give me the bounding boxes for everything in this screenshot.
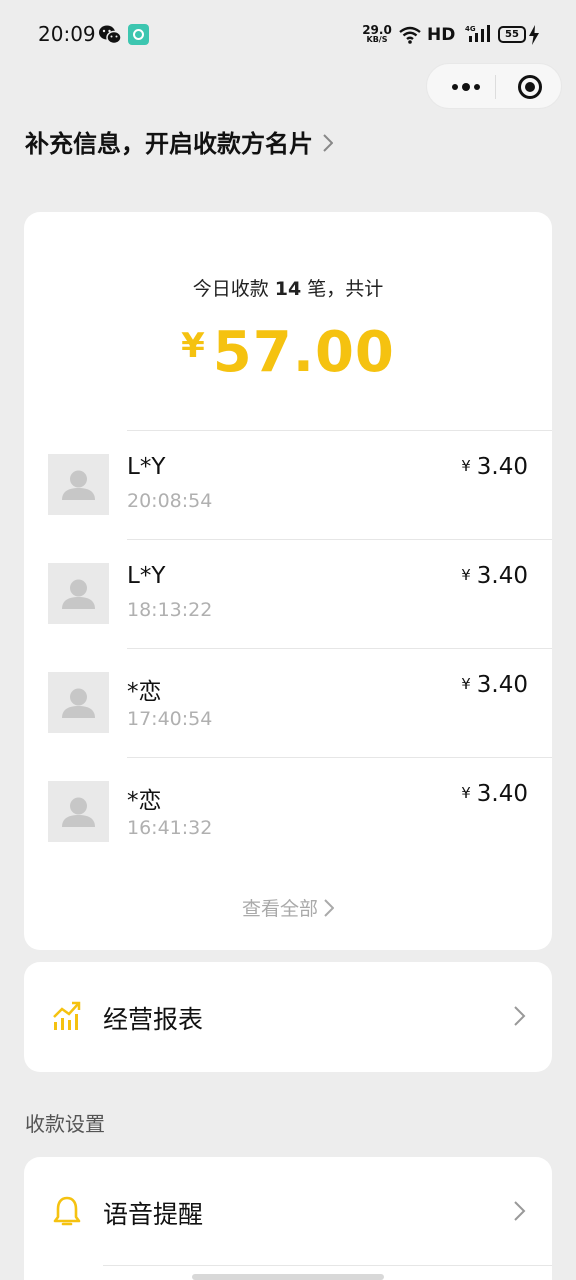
payer-name: *恋	[127, 679, 162, 705]
status-bar: 20:09 29.0 KB/S HD 4G 55	[0, 0, 576, 70]
hd-indicator: HD	[427, 25, 456, 45]
amount-value: 3.40	[476, 672, 528, 698]
payee-card-link-label: 补充信息，开启收款方名片	[25, 130, 313, 158]
amount-value: 3.40	[476, 781, 528, 807]
default-avatar-icon	[62, 470, 95, 500]
view-all-label: 查看全部	[241, 898, 318, 920]
today-count-line: 今日收款 14 笔，共计	[24, 274, 552, 301]
payer-name: L*Y	[127, 563, 166, 589]
app-badge-icon	[128, 24, 149, 45]
chart-trend-icon	[53, 1001, 81, 1030]
today-total: ¥57.00	[24, 320, 552, 385]
summary-count: 14	[274, 278, 302, 300]
svg-text:4G: 4G	[465, 25, 476, 33]
transaction-row[interactable]: *恋 17:40:54 ¥3.40	[24, 648, 552, 757]
payment-time: 17:40:54	[127, 708, 213, 730]
charging-bolt-icon	[529, 25, 539, 45]
business-report-row[interactable]: 经营报表	[24, 962, 552, 1072]
transaction-row[interactable]: *恋 16:41:32 ¥3.40	[24, 757, 552, 866]
row-divider	[127, 430, 552, 431]
target-close-icon[interactable]	[517, 74, 543, 100]
amount-currency: ¥	[461, 566, 471, 584]
payment-settings-title: 收款设置	[25, 1112, 105, 1136]
transaction-row[interactable]: L*Y 18:13:22 ¥3.40	[24, 539, 552, 648]
view-all-link[interactable]: 查看全部	[24, 894, 552, 921]
payee-card-link[interactable]: 补充信息，开启收款方名片	[25, 124, 333, 159]
amount-value: 3.40	[476, 563, 528, 589]
transaction-row[interactable]: L*Y 20:08:54 ¥3.40	[24, 430, 552, 539]
transaction-list: L*Y 20:08:54 ¥3.40 L*Y 18:13:22 ¥3.40 *恋 17:40:…	[24, 430, 552, 866]
total-amount: 57.00	[212, 320, 395, 385]
today-summary-card: 今日收款 14 笔，共计 ¥57.00 L*Y 20:08:54 ¥3.40 L*Y 18:…	[24, 212, 552, 950]
avatar	[48, 672, 109, 733]
default-avatar-icon	[62, 688, 95, 718]
payment-amount: ¥3.40	[461, 563, 528, 589]
amount-value: 3.40	[476, 454, 528, 480]
voice-reminder-label: 语音提醒	[103, 1200, 204, 1229]
default-avatar-icon	[62, 579, 95, 609]
amount-currency: ¥	[461, 784, 471, 802]
payer-name: *恋	[127, 788, 162, 814]
avatar	[48, 563, 109, 624]
payment-amount: ¥3.40	[461, 454, 528, 480]
chevron-right-icon	[324, 898, 334, 917]
network-speed: 29.0 KB/S	[362, 23, 392, 44]
chevron-right-icon	[323, 133, 333, 152]
business-report-label: 经营报表	[103, 1005, 204, 1034]
miniprogram-capsule	[426, 63, 562, 109]
avatar	[48, 781, 109, 842]
chevron-right-icon	[514, 1006, 526, 1026]
summary-suffix: 笔，共计	[307, 278, 384, 300]
payment-settings-card: 语音提醒	[24, 1157, 552, 1280]
chevron-right-icon	[514, 1201, 526, 1221]
bell-icon	[53, 1196, 81, 1226]
payment-time: 16:41:32	[127, 817, 213, 839]
signal-4g-icon: 4G	[465, 25, 490, 42]
home-indicator	[192, 1274, 384, 1280]
status-time: 20:09	[38, 22, 96, 46]
amount-currency: ¥	[461, 457, 471, 475]
row-divider	[127, 539, 552, 540]
payment-amount: ¥3.40	[461, 672, 528, 698]
payment-time: 20:08:54	[127, 490, 213, 512]
amount-currency: ¥	[461, 675, 471, 693]
wechat-icon	[99, 25, 122, 45]
wifi-icon	[399, 26, 421, 44]
capsule-divider	[495, 75, 496, 99]
row-divider	[127, 648, 552, 649]
default-avatar-icon	[62, 797, 95, 827]
battery-icon: 55	[498, 26, 526, 43]
row-divider	[127, 757, 552, 758]
avatar	[48, 454, 109, 515]
payer-name: L*Y	[127, 454, 166, 480]
summary-prefix: 今日收款	[192, 278, 269, 300]
more-dots-icon[interactable]	[445, 79, 495, 95]
total-currency: ¥	[181, 326, 205, 366]
payment-time: 18:13:22	[127, 599, 213, 621]
row-divider	[103, 1265, 552, 1266]
payment-amount: ¥3.40	[461, 781, 528, 807]
